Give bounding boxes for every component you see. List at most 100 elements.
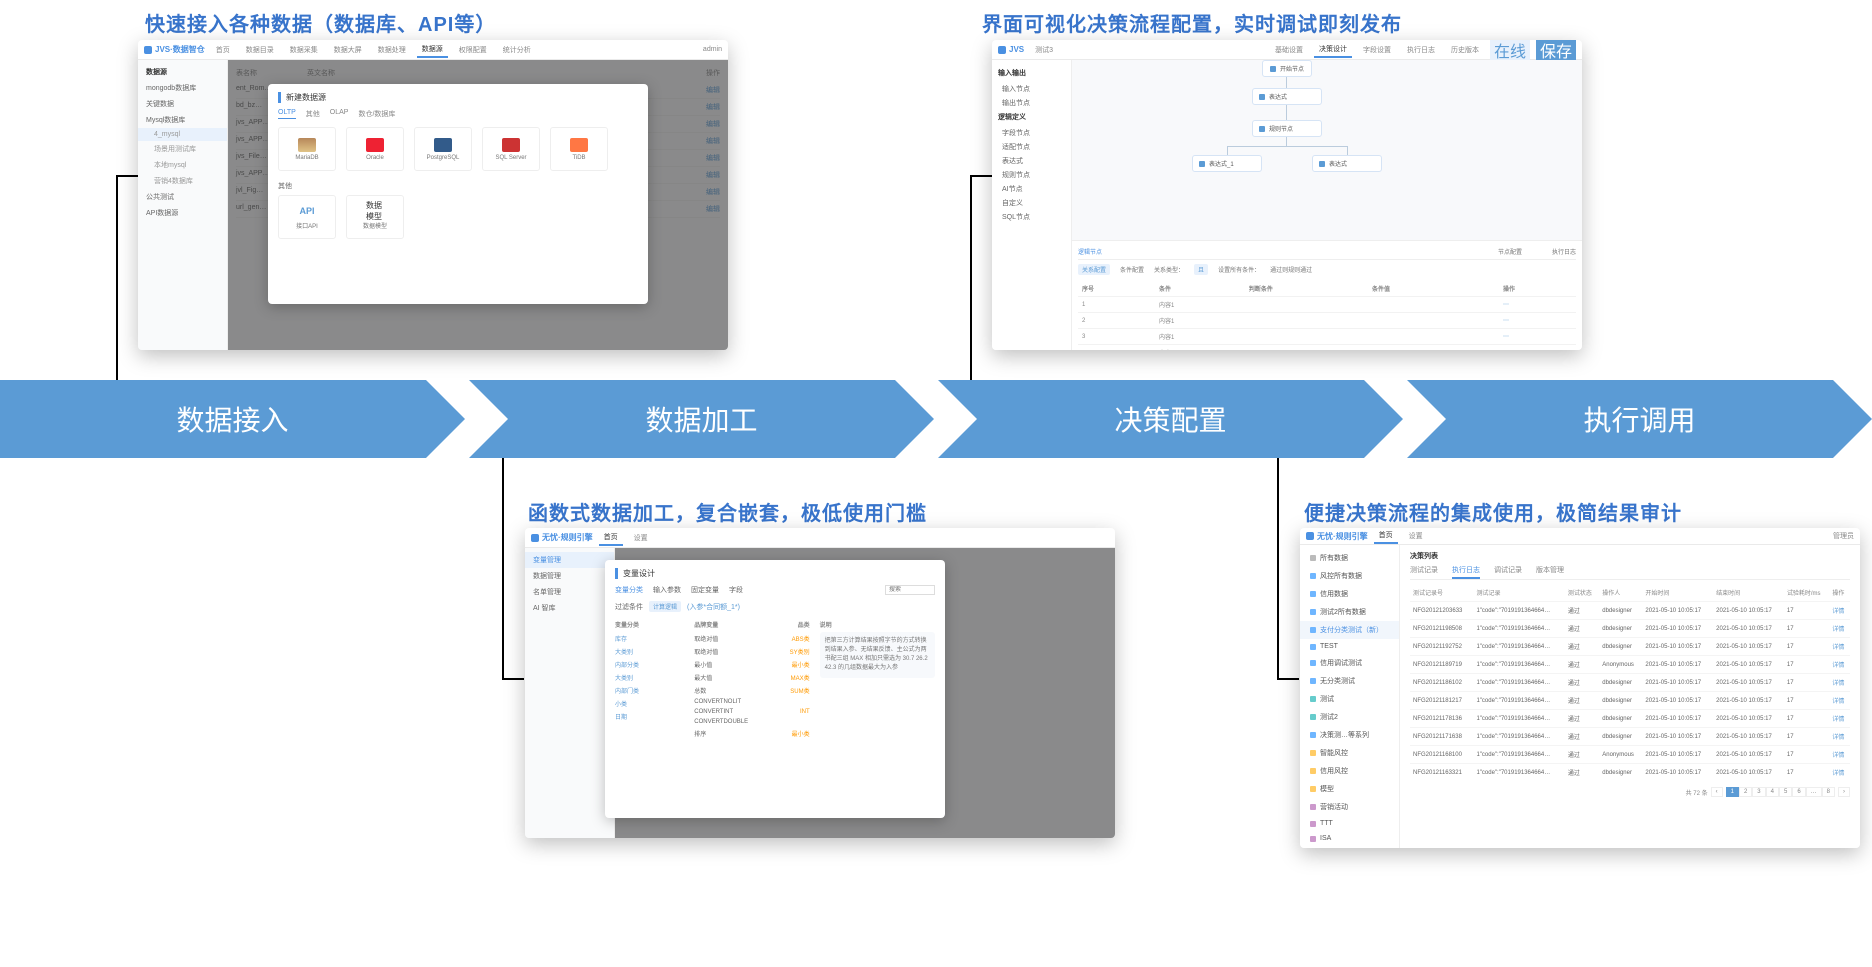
ss4-user[interactable]: 管理员 [1833, 531, 1854, 541]
ss2-row[interactable]: 3内容1⋯ [1078, 329, 1576, 345]
ss3-cat-item[interactable]: 库存 [615, 632, 684, 645]
ss4-side-15[interactable]: TTT [1300, 816, 1399, 831]
ss1-tab-4[interactable]: 数据处理 [373, 43, 411, 57]
ss3-side-0[interactable]: 变量管理 [525, 552, 614, 568]
flow-node-2[interactable]: 规则节点 [1252, 120, 1322, 137]
ss2-bot-tab[interactable]: 逻辑节点 [1078, 247, 1102, 256]
ss2-canvas[interactable]: 开始节点 表达式 规则节点 表达式_1 表达式 逻辑节点 节点配置 执行日志 关… [1072, 60, 1582, 350]
ss3-var-item[interactable]: 总数SUM类 [694, 684, 809, 697]
ss3-cat-item[interactable]: 大类别 [615, 671, 684, 684]
ss1-side-6[interactable]: 营销4数据库 [138, 173, 227, 189]
ss4-row[interactable]: NFG201211812171"code":"7019191364664…通过d… [1410, 692, 1850, 710]
ss3-search[interactable] [885, 585, 935, 595]
ss4-row[interactable]: NFG201211681001"code":"7019191364664…通过A… [1410, 746, 1850, 764]
ss4-side-11[interactable]: 智能风控 [1300, 744, 1399, 762]
ss3-var-item[interactable]: 取绝对值SY类别 [694, 645, 809, 658]
ss2-ttab-1[interactable]: 决策设计 [1314, 42, 1352, 58]
ss3-formula-tag[interactable]: 计算逻辑 [649, 601, 681, 612]
ss2-row[interactable]: 4内容1⋯ [1078, 345, 1576, 351]
ss3-var-item[interactable]: CONVERTDOUBLE [694, 717, 809, 727]
ss2-side1-0[interactable]: 输入节点 [992, 82, 1071, 96]
ss4-row[interactable]: NFG201211716381"code":"7019191364664…通过d… [1410, 728, 1850, 746]
ss4-row[interactable]: NFG201211927521"code":"7019191364664…通过d… [1410, 638, 1850, 656]
ss2-sw1-v[interactable]: 且 [1194, 264, 1208, 275]
ss3-cat-item[interactable]: 小类 [615, 697, 684, 710]
db-postgres[interactable]: PostgreSQL [414, 127, 472, 171]
ss2-row[interactable]: 2内容1⋯ [1078, 313, 1576, 329]
pager-page[interactable]: 1 [1726, 787, 1739, 797]
ss4-side-2[interactable]: 信用数据 [1300, 585, 1399, 603]
ss2-bot-r0[interactable]: 节点配置 [1498, 247, 1522, 256]
db-sqlserver[interactable]: SQL Server [482, 127, 540, 171]
ss2-side2-3[interactable]: 规则节点 [992, 168, 1071, 182]
ss2-side2-2[interactable]: 表达式 [992, 154, 1071, 168]
ss2-side2-5[interactable]: 自定义 [992, 196, 1071, 210]
ss1-tab-5[interactable]: 数据源 [417, 42, 448, 58]
ss3-var-item[interactable]: 取绝对值ABS类 [694, 632, 809, 645]
ss2-radio-0[interactable]: 关系配置 [1078, 264, 1110, 275]
ss1-side-4[interactable]: 场景用测试库 [138, 141, 227, 157]
db-oracle[interactable]: Oracle [346, 127, 404, 171]
pager-page[interactable]: 3 [1752, 787, 1765, 797]
ss4-side-14[interactable]: 营销活动 [1300, 798, 1399, 816]
ss2-side2-6[interactable]: SQL节点 [992, 210, 1071, 224]
pager-page[interactable]: 8 [1822, 787, 1835, 797]
ss2-side1-1[interactable]: 输出节点 [992, 96, 1071, 110]
ss1-tab-7[interactable]: 统计分析 [498, 43, 536, 57]
ss4-side-12[interactable]: 信用风控 [1300, 762, 1399, 780]
ss4-crumb-1[interactable]: 设置 [1404, 529, 1428, 543]
db-mariadb[interactable]: MariaDB [278, 127, 336, 171]
ss4-side-16[interactable]: ISA [1300, 831, 1399, 846]
ss1-mtab-2[interactable]: OLAP [330, 109, 349, 119]
ss4-row[interactable]: NFG201211897191"code":"7019191364664…通过A… [1410, 656, 1850, 674]
ss4-row[interactable]: NFG201211985081"code":"7019191364664…通过d… [1410, 620, 1850, 638]
db-model[interactable]: 数据模型 数据模型 [346, 195, 404, 239]
ss3-var-item[interactable]: CONVERTNOLIT [694, 697, 809, 707]
ss3-side-2[interactable]: 名单管理 [525, 584, 614, 600]
ss2-side2-4[interactable]: AI节点 [992, 182, 1071, 196]
ss1-tab-0[interactable]: 首页 [211, 43, 235, 57]
ss2-row[interactable]: 1内容1⋯ [1078, 297, 1576, 313]
ss1-side-8[interactable]: API数据源 [138, 205, 227, 221]
pager-page[interactable]: 4 [1766, 787, 1779, 797]
ss4-side-9[interactable]: 测试2 [1300, 708, 1399, 726]
ss2-bot-r1[interactable]: 执行日志 [1552, 247, 1576, 256]
ss4-tab-0[interactable]: 测试记录 [1410, 565, 1438, 579]
ss1-side-3[interactable]: 4_mysql [138, 128, 227, 141]
ss1-side-0[interactable]: mongodb数据库 [138, 80, 227, 96]
ss2-ttab-0[interactable]: 基础设置 [1270, 43, 1308, 57]
ss2-ttab-2[interactable]: 字段设置 [1358, 43, 1396, 57]
flow-node-3a[interactable]: 表达式_1 [1192, 155, 1262, 172]
ss3-side-3[interactable]: AI 智库 [525, 600, 614, 616]
pager-page[interactable]: 2 [1739, 787, 1752, 797]
ss4-side-0[interactable]: 所有数据 [1300, 549, 1399, 567]
ss1-side-1[interactable]: 关键数据 [138, 96, 227, 112]
ss4-row[interactable]: NFG201211861021"code":"7019191364664…通过d… [1410, 674, 1850, 692]
ss4-side-7[interactable]: 无分类测试 [1300, 672, 1399, 690]
ss3-var-item[interactable]: 排序最小类 [694, 727, 809, 740]
db-tidb[interactable]: TiDB [550, 127, 608, 171]
ss4-side-1[interactable]: 风控所有数据 [1300, 567, 1399, 585]
ss1-tab-3[interactable]: 数据大屏 [329, 43, 367, 57]
ss3-tab-0[interactable]: 变量分类 [615, 585, 643, 595]
ss4-tab-1[interactable]: 执行日志 [1452, 565, 1480, 579]
ss4-side-3[interactable]: 测试2所有数据 [1300, 603, 1399, 621]
ss4-side-10[interactable]: 决策测…等系列 [1300, 726, 1399, 744]
ss3-cat-item[interactable]: 大类别 [615, 645, 684, 658]
pager-next[interactable]: › [1838, 787, 1850, 797]
ss1-mtab-3[interactable]: 数仓/数据库 [358, 109, 395, 119]
ss2-side2-1[interactable]: 适配节点 [992, 140, 1071, 154]
ss3-cat-item[interactable]: 日期 [615, 710, 684, 723]
ss3-cat-item[interactable]: 内部门类 [615, 684, 684, 697]
flow-node-start[interactable]: 开始节点 [1262, 60, 1312, 77]
flow-node-1[interactable]: 表达式 [1252, 88, 1322, 105]
pager-page[interactable]: 5 [1779, 787, 1792, 797]
ss4-tab-3[interactable]: 版本管理 [1536, 565, 1564, 579]
ss4-row[interactable]: NFG201211633211"code":"7019191364664…通过d… [1410, 764, 1850, 782]
ss4-side-8[interactable]: 测试 [1300, 690, 1399, 708]
ss1-tab-6[interactable]: 权限配置 [454, 43, 492, 57]
ss4-row[interactable]: NFG201211781361"code":"7019191364664…通过d… [1410, 710, 1850, 728]
ss4-side-4[interactable]: 支付分类测试（新） [1300, 621, 1399, 639]
flow-node-3b[interactable]: 表达式 [1312, 155, 1382, 172]
ss1-side-7[interactable]: 公共测试 [138, 189, 227, 205]
